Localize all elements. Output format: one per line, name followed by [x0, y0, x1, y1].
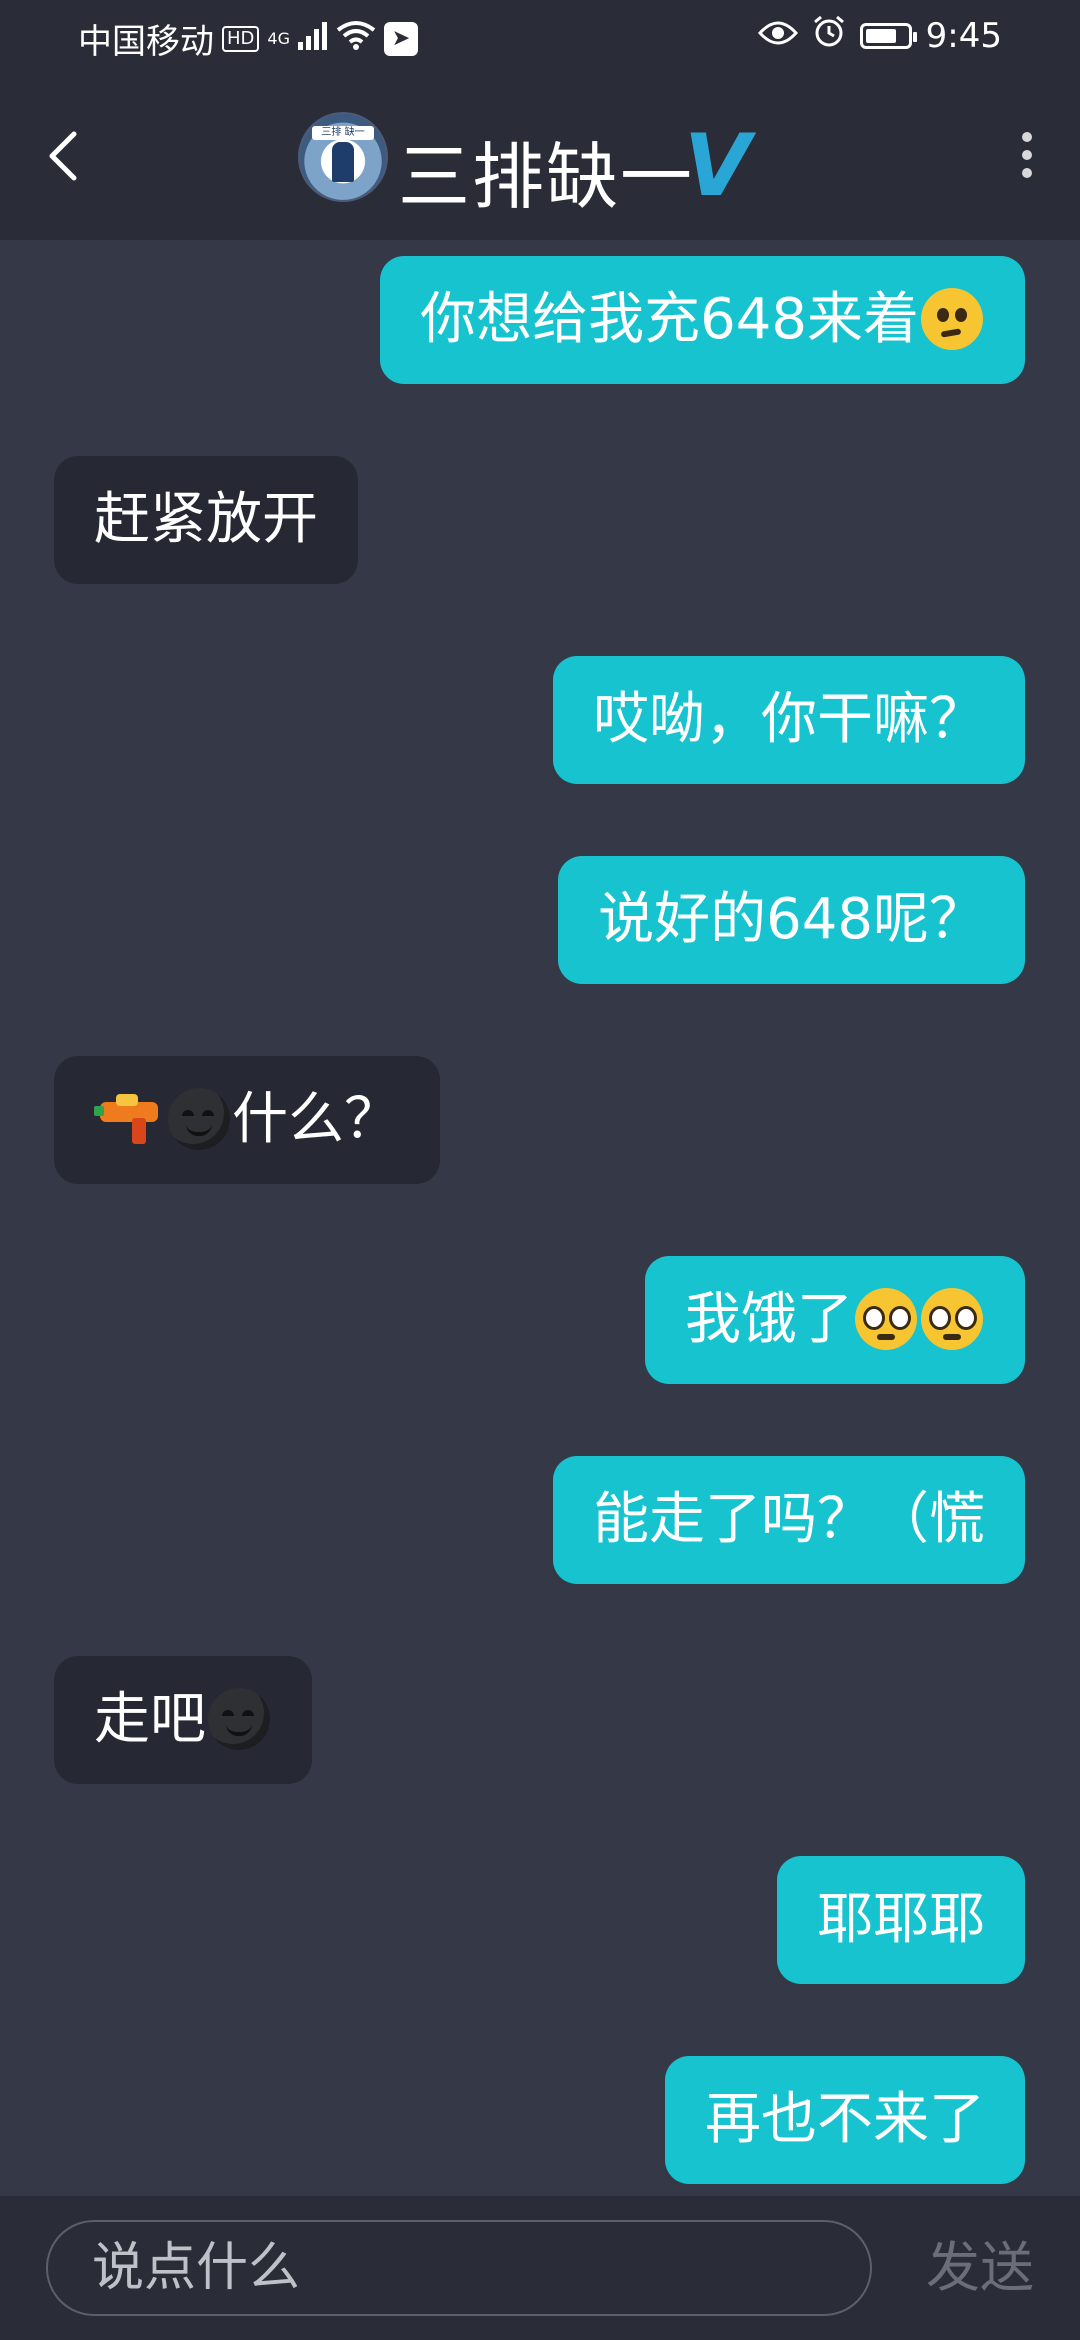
wifi-icon	[336, 19, 376, 59]
avatar-text: 三排 缺一	[312, 126, 374, 140]
status-bar: 中国移动 HD 4G ➤ 9:45	[0, 0, 1080, 72]
hd-icon: HD	[222, 25, 260, 52]
network-type-label: 4G	[267, 29, 290, 48]
water-pistol-emoji-icon	[94, 1093, 164, 1144]
signal-icon	[297, 19, 328, 59]
avatar[interactable]: 三排 缺一	[298, 112, 388, 202]
send-button[interactable]: 发送	[926, 2222, 1034, 2314]
status-right: 9:45	[757, 14, 1002, 57]
message-text: 你想给我充648来着	[420, 287, 919, 352]
message-bubble-outgoing[interactable]: 再也不来了	[665, 2056, 1025, 2184]
carrier-label: 中国移动	[78, 22, 214, 62]
new-moon-face-emoji-icon	[208, 1687, 270, 1750]
new-moon-face-emoji-icon	[168, 1087, 230, 1150]
message-text: 能走了吗？（慌	[593, 1487, 985, 1552]
message-bubble-incoming[interactable]: 走吧	[54, 1656, 312, 1784]
eye-icon	[757, 16, 798, 56]
message-text: 我饿了	[685, 1287, 853, 1352]
message-bubble-outgoing[interactable]: 说好的648呢？	[558, 856, 1025, 984]
pleading-face-emoji-icon	[855, 1287, 917, 1350]
verified-badge: V	[684, 116, 751, 216]
message-bubble-incoming[interactable]: 赶紧放开	[54, 456, 358, 584]
message-text: 说好的648呢？	[598, 887, 985, 952]
status-left: 中国移动 HD 4G ➤	[78, 14, 418, 63]
back-button[interactable]	[44, 128, 84, 184]
time-label: 9:45	[925, 15, 1002, 56]
message-bubble-outgoing[interactable]: 哎呦，你干嘛？	[553, 656, 1025, 784]
message-text: 走吧	[94, 1687, 206, 1752]
message-bubble-incoming[interactable]: 什么？	[54, 1056, 440, 1184]
battery-icon	[859, 22, 917, 49]
alarm-icon	[812, 14, 846, 57]
nfc-icon: ➤	[383, 21, 418, 56]
message-bubble-outgoing[interactable]: 耶耶耶	[777, 1856, 1025, 1984]
message-bubble-outgoing[interactable]: 我饿了	[645, 1256, 1025, 1384]
message-text: 再也不来了	[705, 2087, 985, 2152]
more-vertical-icon	[1022, 132, 1032, 142]
message-text: 哎呦，你干嘛？	[593, 687, 985, 752]
message-text: 什么？	[232, 1087, 400, 1152]
message-bubble-outgoing[interactable]: 你想给我充648来着	[380, 256, 1025, 384]
pleading-face-emoji-icon	[921, 1287, 983, 1350]
composer-bar: 说点什么 发送	[0, 2196, 1080, 2340]
avatar-figure	[332, 142, 354, 182]
chevron-left-icon	[49, 131, 77, 181]
message-bubble-outgoing[interactable]: 能走了吗？（慌	[553, 1456, 1025, 1584]
message-text: 赶紧放开	[94, 487, 318, 552]
message-input[interactable]: 说点什么	[46, 2220, 872, 2316]
more-menu-button[interactable]	[1020, 132, 1034, 182]
chat-header: 三排 缺一 三排缺一 V	[0, 72, 1080, 240]
message-text: 耶耶耶	[817, 1887, 985, 1952]
chat-title: 三排缺一	[398, 135, 695, 219]
message-list[interactable]: 你想给我充648来着 赶紧放开 哎呦，你干嘛？ 说好的648呢？ 什么？ 我饿了…	[0, 240, 1080, 2195]
thinking-face-emoji-icon	[921, 287, 983, 350]
